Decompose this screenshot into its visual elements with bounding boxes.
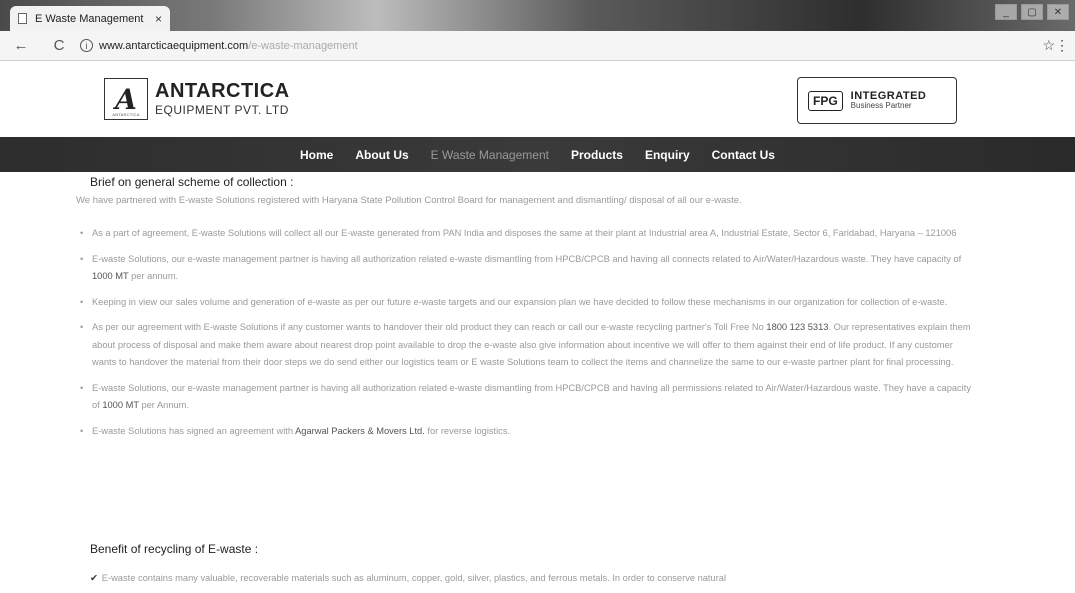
nav-enquiry[interactable]: Enquiry — [645, 148, 690, 162]
company-name: ANTARCTICA — [155, 80, 290, 102]
bookmark-star-icon[interactable]: ☆ — [1042, 37, 1055, 54]
nav-about-us[interactable]: About Us — [355, 148, 408, 162]
check-icon: ✔ — [90, 573, 98, 583]
fpg-partner-badge: FPG INTEGRATED Business Partner — [797, 77, 957, 124]
list-item: E-waste Solutions has signed an agreemen… — [80, 423, 972, 441]
reload-icon[interactable]: C — [46, 37, 72, 54]
site-header: A ANTARCTICA ANTARCTICA EQUIPMENT PVT. L… — [0, 61, 1075, 137]
list-item: As per our agreement with E-waste Soluti… — [80, 319, 972, 372]
nav-e-waste-management[interactable]: E Waste Management — [431, 148, 549, 162]
list-item: As a part of agreement, E-waste Solution… — [80, 225, 972, 243]
benefit-list-item: ✔ E-waste contains many valuable, recover… — [90, 573, 727, 583]
browser-tab[interactable]: E Waste Management × — [10, 6, 170, 31]
main-navigation: Home About Us E Waste Management Product… — [0, 137, 1075, 172]
nav-contact-us[interactable]: Contact Us — [712, 148, 775, 162]
back-arrow-icon[interactable]: ← — [8, 37, 34, 54]
list-item: E-waste Solutions, our e-waste managemen… — [80, 380, 972, 415]
fpg-logo: FPG — [808, 90, 843, 111]
company-logo[interactable]: A ANTARCTICA — [104, 78, 148, 120]
collection-bullet-list: As a part of agreement, E-waste Solution… — [80, 225, 972, 448]
list-item: Keeping in view our sales volume and gen… — [80, 294, 972, 312]
url-host[interactable]: www.antarcticaequipment.com — [99, 40, 248, 52]
logo-glyph: A — [115, 82, 137, 116]
list-item: E-waste Solutions, our e-waste managemen… — [80, 251, 972, 286]
browser-tab-bar: E Waste Management × _ ▢ ✕ — [0, 0, 1075, 31]
page-icon — [18, 13, 27, 24]
page-content: Brief on general scheme of collection : … — [0, 172, 1075, 593]
close-window-button[interactable]: ✕ — [1047, 4, 1069, 20]
info-icon[interactable]: i — [80, 39, 93, 52]
maximize-button[interactable]: ▢ — [1021, 4, 1043, 20]
section-title-collection: Brief on general scheme of collection : — [90, 175, 294, 189]
tab-close-icon[interactable]: × — [155, 12, 162, 26]
address-bar: ← C i www.antarcticaequipment.com /e-was… — [0, 31, 1075, 61]
url-path[interactable]: /e-waste-management — [248, 40, 357, 52]
tab-title: E Waste Management — [35, 12, 144, 25]
browser-menu-icon[interactable]: ⋮ — [1055, 37, 1069, 54]
nav-home[interactable]: Home — [300, 148, 333, 162]
section-title-benefits: Benefit of recycling of E-waste : — [90, 542, 259, 556]
logo-caption: ANTARCTICA — [112, 112, 140, 117]
intro-paragraph: We have partnered with E-waste Solutions… — [76, 195, 742, 206]
minimize-button[interactable]: _ — [995, 4, 1017, 20]
company-subtitle: EQUIPMENT PVT. LTD — [155, 103, 289, 117]
nav-products[interactable]: Products — [571, 148, 623, 162]
window-controls: _ ▢ ✕ — [995, 4, 1069, 20]
fpg-subtitle: Business Partner — [850, 101, 912, 111]
